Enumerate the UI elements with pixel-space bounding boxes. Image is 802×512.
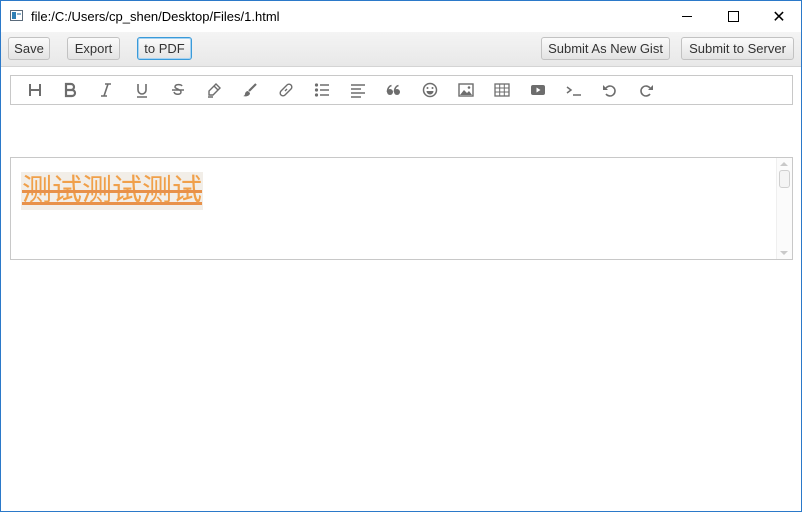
- close-icon: ✕: [772, 6, 786, 26]
- export-button[interactable]: Export: [67, 37, 120, 60]
- bullet-list-icon[interactable]: [311, 80, 333, 100]
- brush-icon[interactable]: [239, 80, 261, 100]
- app-window: file:/C:/Users/cp_shen/Desktop/Files/1.h…: [0, 0, 802, 512]
- save-button[interactable]: Save: [8, 37, 50, 60]
- app-icon: [10, 10, 23, 21]
- strikethrough-icon[interactable]: [167, 80, 189, 100]
- scroll-up-icon[interactable]: [780, 162, 788, 166]
- maximize-button[interactable]: [710, 1, 756, 32]
- editor-text[interactable]: 测试测试测试: [21, 172, 203, 210]
- bold-icon[interactable]: [59, 80, 81, 100]
- maximize-icon: [727, 11, 739, 22]
- align-left-icon[interactable]: [347, 80, 369, 100]
- editor-content-area[interactable]: 测试测试测试: [10, 157, 793, 260]
- video-icon[interactable]: [527, 80, 549, 100]
- undo-icon[interactable]: [599, 80, 621, 100]
- submit-server-button[interactable]: Submit to Server: [681, 37, 794, 60]
- heading-icon[interactable]: [24, 80, 46, 100]
- title-bar[interactable]: file:/C:/Users/cp_shen/Desktop/Files/1.h…: [1, 1, 801, 32]
- code-icon[interactable]: [563, 80, 585, 100]
- close-button[interactable]: ✕: [756, 1, 802, 32]
- emoji-icon[interactable]: [419, 80, 441, 100]
- to-pdf-button[interactable]: to PDF: [137, 37, 192, 60]
- redo-icon[interactable]: [635, 80, 657, 100]
- window-title: file:/C:/Users/cp_shen/Desktop/Files/1.h…: [31, 9, 280, 24]
- highlighter-icon[interactable]: [203, 80, 225, 100]
- quote-icon[interactable]: [383, 80, 405, 100]
- image-icon[interactable]: [455, 80, 477, 100]
- minimize-button[interactable]: [664, 1, 710, 32]
- italic-icon[interactable]: [95, 80, 117, 100]
- minimize-icon: [682, 16, 692, 17]
- scroll-down-icon[interactable]: [780, 251, 788, 255]
- main-toolbar: Save Export to PDF Submit As New Gist Su…: [1, 32, 801, 67]
- editor-toolbar: [10, 75, 793, 105]
- underline-icon[interactable]: [131, 80, 153, 100]
- table-icon[interactable]: [491, 80, 513, 100]
- scroll-thumb[interactable]: [779, 170, 790, 188]
- submit-gist-button[interactable]: Submit As New Gist: [541, 37, 670, 60]
- vertical-scrollbar[interactable]: [776, 158, 792, 259]
- link-icon[interactable]: [275, 80, 297, 100]
